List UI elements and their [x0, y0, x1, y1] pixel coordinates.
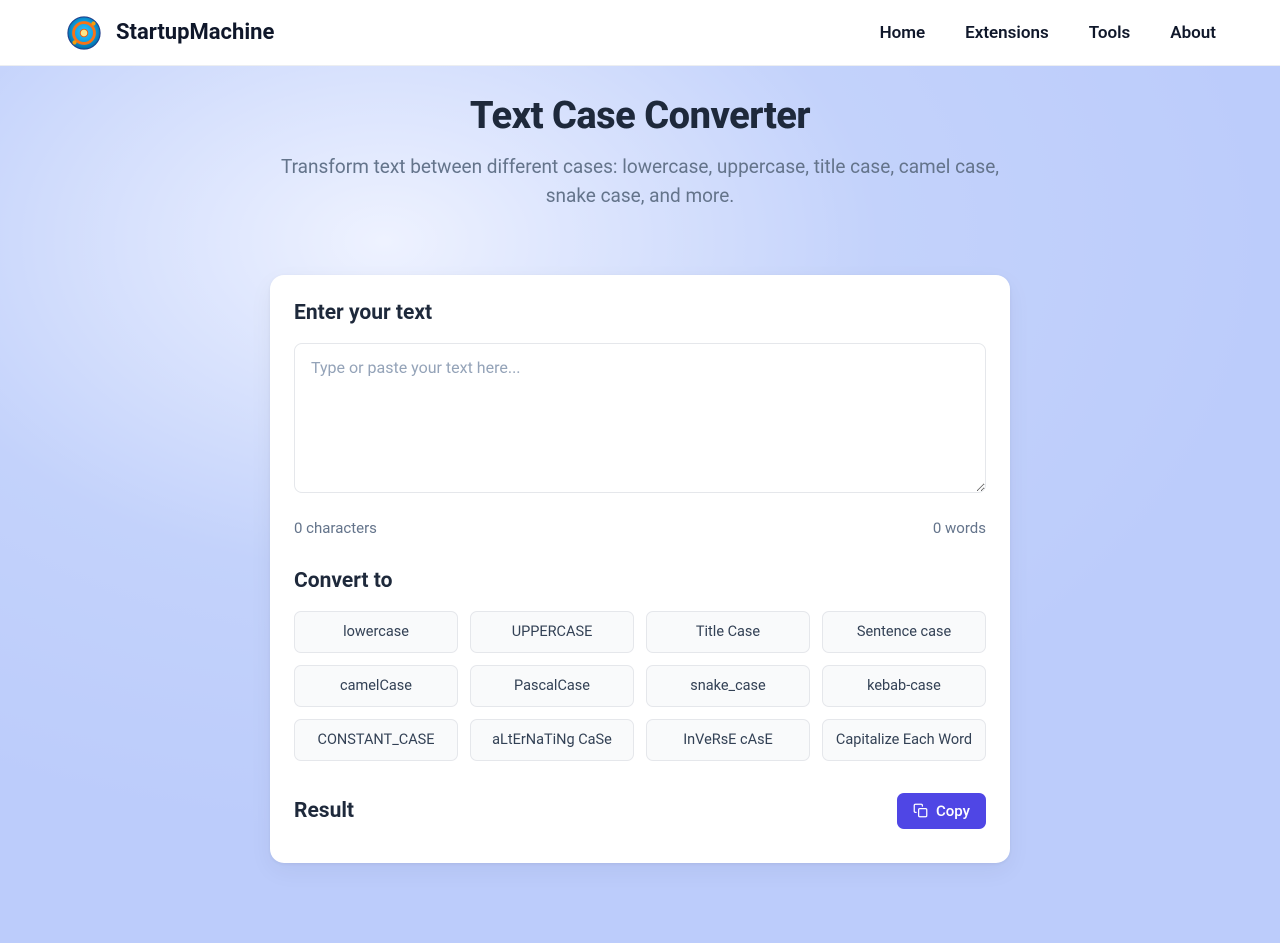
page-background: Text Case Converter Transform text betwe… — [0, 66, 1280, 943]
brand[interactable]: StartupMachine — [64, 13, 274, 53]
char-count: 0 characters — [294, 519, 377, 537]
case-snakecase-button[interactable]: snake_case — [646, 665, 810, 707]
case-lowercase-button[interactable]: lowercase — [294, 611, 458, 653]
text-input[interactable] — [294, 343, 986, 493]
copy-button-label: Copy — [936, 802, 970, 820]
copy-button[interactable]: Copy — [897, 793, 986, 829]
brand-name: StartupMachine — [116, 20, 274, 45]
counts-row: 0 characters 0 words — [294, 519, 986, 537]
page-subtitle: Transform text between different cases: … — [270, 152, 1010, 211]
page-title: Text Case Converter — [0, 94, 1280, 138]
word-count: 0 words — [933, 519, 986, 537]
nav-about[interactable]: About — [1170, 23, 1216, 43]
logo-icon — [64, 13, 104, 53]
converter-card: Enter your text 0 characters 0 words Con… — [270, 275, 1010, 863]
case-sentencecase-button[interactable]: Sentence case — [822, 611, 986, 653]
primary-nav: Home Extensions Tools About — [880, 23, 1216, 43]
copy-icon — [913, 803, 928, 818]
case-inverse-button[interactable]: InVeRsE cAsE — [646, 719, 810, 761]
case-button-grid: lowercase UPPERCASE Title Case Sentence … — [294, 611, 986, 761]
nav-home[interactable]: Home — [880, 23, 926, 43]
case-uppercase-button[interactable]: UPPERCASE — [470, 611, 634, 653]
input-section-title: Enter your text — [294, 301, 986, 325]
case-capitalize-each-button[interactable]: Capitalize Each Word — [822, 719, 986, 761]
result-section-title: Result — [294, 799, 354, 823]
page-head: Text Case Converter Transform text betwe… — [0, 66, 1280, 211]
case-alternating-button[interactable]: aLtErNaTiNg CaSe — [470, 719, 634, 761]
case-constantcase-button[interactable]: CONSTANT_CASE — [294, 719, 458, 761]
case-kebabcase-button[interactable]: kebab-case — [822, 665, 986, 707]
case-pascalcase-button[interactable]: PascalCase — [470, 665, 634, 707]
nav-tools[interactable]: Tools — [1089, 23, 1131, 43]
nav-extensions[interactable]: Extensions — [965, 23, 1049, 43]
case-titlecase-button[interactable]: Title Case — [646, 611, 810, 653]
convert-section-title: Convert to — [294, 569, 986, 593]
case-camelcase-button[interactable]: camelCase — [294, 665, 458, 707]
header: StartupMachine Home Extensions Tools Abo… — [0, 0, 1280, 66]
result-header-row: Result Copy — [294, 793, 986, 829]
